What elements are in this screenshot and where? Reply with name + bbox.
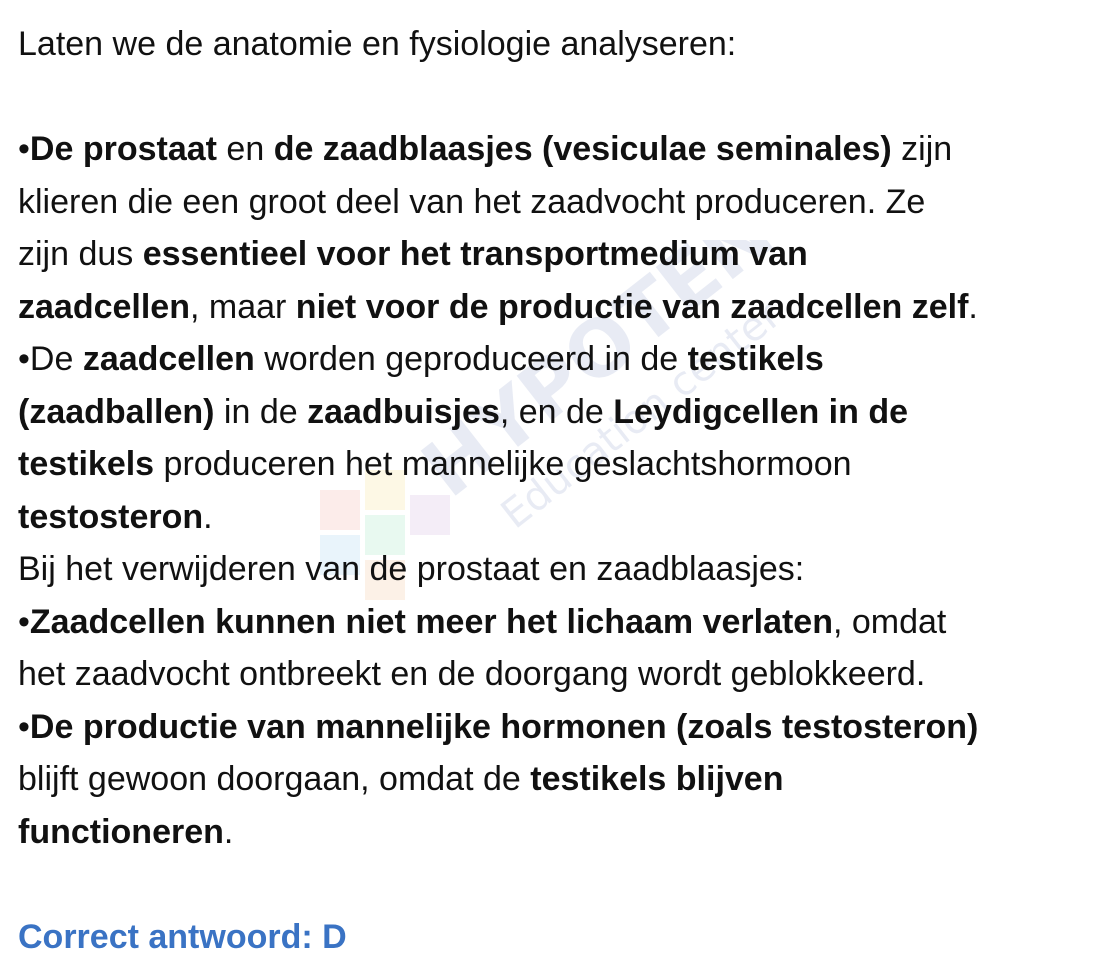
bold-term: De productie van mannelijke hormonen (zo…: [30, 708, 978, 746]
bold-term: zaadcellen: [83, 340, 255, 378]
bullet-sperm-line-1: •De zaadcellen worden geproduceerd in de…: [18, 333, 1103, 386]
spacer: [18, 858, 1103, 911]
bullet-hormone-line-2: blijft gewoon doorgaan, omdat de testike…: [18, 753, 1103, 806]
bullet-hormone-line-1: •De productie van mannelijke hormonen (z…: [18, 701, 1103, 754]
bullet-sperm-line-3: testikels produceren het mannelijke gesl…: [18, 438, 1103, 491]
intro-line: Laten we de anatomie en fysiologie analy…: [18, 18, 1103, 71]
bullet-prostate-line-2: klieren die een groot deel van het zaadv…: [18, 176, 1103, 229]
bullet-prostate-line-1: •De prostaat en de zaadblaasjes (vesicul…: [18, 123, 1103, 176]
bold-term: essentieel voor het transportmedium van: [143, 235, 808, 273]
bullet-hormone-line-3: functioneren.: [18, 806, 1103, 859]
correct-answer: Correct antwoord: D: [18, 911, 1103, 963]
bold-term: testosteron: [18, 498, 203, 536]
bullet-prostate-line-3: zijn dus essentieel voor het transportme…: [18, 228, 1103, 281]
removal-intro-line: Bij het verwijderen van de prostaat en z…: [18, 543, 1103, 596]
bullet-exit-line-2: het zaadvocht ontbreekt en de doorgang w…: [18, 648, 1103, 701]
bold-term: testikels: [18, 445, 154, 483]
bold-term: zaadbuisjes: [307, 393, 500, 431]
bold-term: zaadcellen: [18, 288, 190, 326]
bullet-dot: •: [18, 708, 30, 746]
bullet-exit-line-1: •Zaadcellen kunnen niet meer het lichaam…: [18, 596, 1103, 649]
bold-term: functioneren: [18, 813, 224, 851]
bullet-dot: •: [18, 603, 30, 641]
bold-term: Leydigcellen in de: [613, 393, 908, 431]
bullet-prostate-line-4: zaadcellen, maar niet voor de productie …: [18, 281, 1103, 334]
bullet-sperm-line-2: (zaadballen) in de zaadbuisjes, en de Le…: [18, 386, 1103, 439]
bold-term: Zaadcellen kunnen niet meer het lichaam …: [30, 603, 833, 641]
bold-term: (zaadballen): [18, 393, 214, 431]
bold-term: testikels: [688, 340, 824, 378]
explanation-text: Laten we de anatomie en fysiologie analy…: [18, 18, 1103, 963]
bold-term: niet voor de productie van zaadcellen ze…: [296, 288, 969, 326]
bullet-dot: •: [18, 130, 30, 168]
spacer: [18, 71, 1103, 124]
bullet-sperm-line-4: testosteron.: [18, 491, 1103, 544]
bold-term: testikels blijven: [530, 760, 783, 798]
bold-term: De prostaat: [30, 130, 217, 168]
bold-term: de zaadblaasjes (vesiculae seminales): [274, 130, 892, 168]
